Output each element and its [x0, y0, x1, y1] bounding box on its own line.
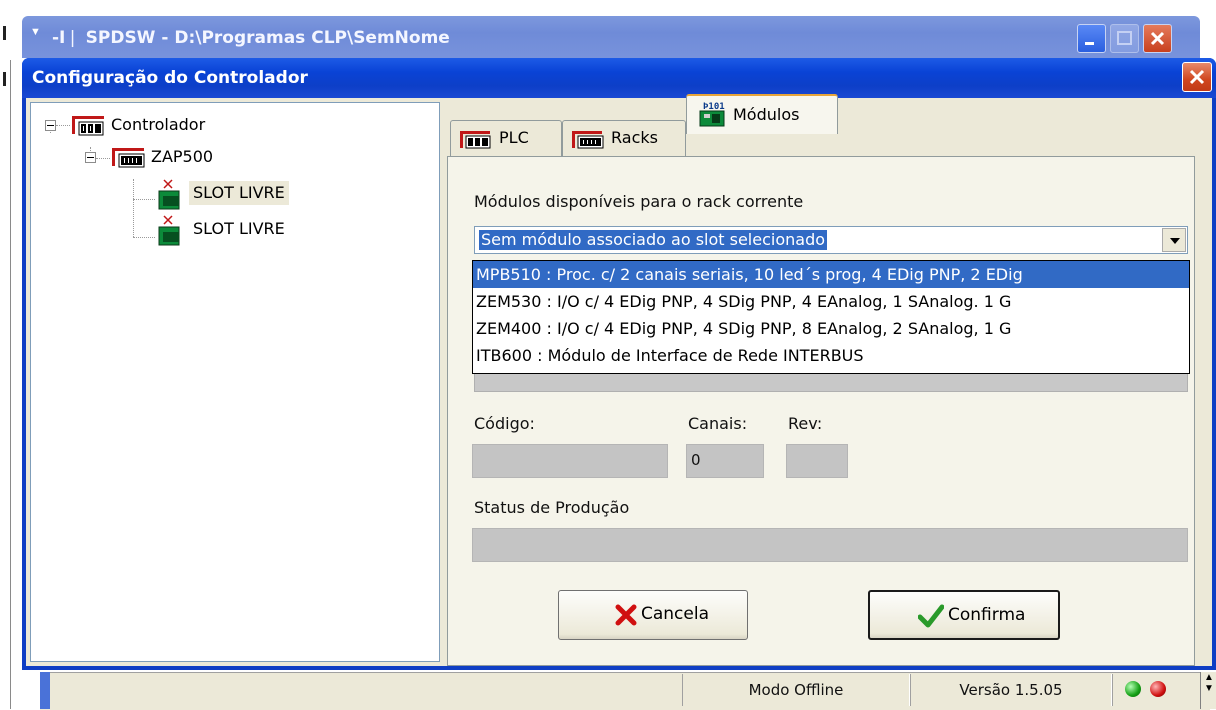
system-menu-icon[interactable]: ▼: [30, 26, 41, 38]
tab-racks[interactable]: Racks: [562, 120, 686, 156]
tree-collapse-toggle[interactable]: [45, 120, 56, 131]
rack-icon: [572, 131, 604, 149]
app-close-button[interactable]: [1143, 24, 1172, 53]
green-check-icon: [918, 604, 944, 628]
codigo-field: [472, 444, 668, 478]
close-icon: [1150, 31, 1165, 46]
available-modules-label: Módulos disponíveis para o rack corrente: [474, 192, 804, 211]
tree-line: [133, 237, 155, 238]
tree-line: [133, 179, 134, 237]
dialog-body: Controlador ZAP500 SLOT LIVRE SLOT LIVRE…: [26, 94, 1212, 666]
config-dialog: Configuração do Controlador Controlador …: [22, 58, 1216, 670]
app-left-tick: [3, 72, 6, 86]
rev-field: [786, 444, 848, 478]
module-dropdown-list[interactable]: MPB510 : Proc. c/ 2 canais seriais, 10 l…: [472, 260, 1190, 374]
canais-label: Canais:: [688, 414, 748, 433]
tree-collapse-toggle[interactable]: [85, 152, 96, 163]
empty-slot-icon: [158, 179, 180, 210]
close-icon: [1189, 69, 1205, 85]
tree-label: ZAP500: [151, 147, 214, 166]
rev-label: Rev:: [788, 414, 823, 433]
tab-modulos[interactable]: Þ101 Módulos: [686, 94, 838, 134]
module-icon: Þ101: [699, 102, 725, 127]
status-version: Versão 1.5.05: [910, 674, 1112, 706]
cancel-label: Cancela: [641, 604, 710, 624]
module-select-value: Sem módulo associado ao slot selecionado: [479, 230, 828, 250]
codigo-label: Código:: [474, 414, 535, 433]
tab-plc[interactable]: PLC: [450, 120, 562, 156]
tree-line: [96, 158, 110, 159]
canais-field: 0: [686, 444, 764, 478]
tab-label: Racks: [611, 128, 658, 147]
minimize-icon: [1085, 42, 1094, 45]
tab-label: Módulos: [733, 105, 800, 124]
rack-icon: [112, 148, 145, 168]
red-led-icon: [1150, 681, 1166, 697]
status-producao-label: Status de Produção: [474, 498, 630, 517]
confirm-label: Confirma: [948, 605, 1026, 625]
status-scroll-arrows[interactable]: ▲ ▼: [1200, 672, 1216, 709]
dropdown-option[interactable]: ZEM530 : I/O c/ 4 EDig PNP, 4 SDig PNP, …: [473, 288, 1189, 315]
tree-label: SLOT LIVRE: [189, 181, 289, 205]
app-left-tick: [3, 26, 6, 40]
confirm-button[interactable]: Confirma: [868, 590, 1060, 640]
app-left-border: [10, 60, 11, 709]
canais-value: 0: [691, 451, 701, 469]
controller-tree[interactable]: Controlador ZAP500 SLOT LIVRE SLOT LIVRE: [30, 102, 440, 662]
app-left-edge: [0, 0, 10, 709]
app-title: -I❘ SPDSW - D:\Programas CLP\SemNome: [52, 28, 450, 48]
module-select[interactable]: Sem módulo associado ao slot selecionado: [474, 226, 1188, 254]
controller-icon: [72, 116, 104, 136]
maximize-button[interactable]: [1110, 24, 1139, 53]
app-title-text: SPDSW - D:\Programas CLP\SemNome: [85, 28, 450, 48]
dialog-close-button[interactable]: [1182, 62, 1212, 92]
minimize-button[interactable]: [1077, 24, 1106, 53]
tree-label: Controlador: [111, 115, 206, 134]
red-x-icon: [615, 604, 637, 626]
dropdown-option[interactable]: ZEM400 : I/O c/ 4 EDig PNP, 4 SDig PNP, …: [473, 315, 1189, 342]
status-producao-field: [472, 528, 1188, 562]
dropdown-option[interactable]: ITB600 : Módulo de Interface de Rede INT…: [473, 342, 1189, 369]
green-led-icon: [1125, 681, 1141, 697]
cancel-button[interactable]: Cancela: [558, 590, 748, 640]
plc-icon: [460, 131, 491, 149]
app-logo-icon: -I❘: [52, 28, 80, 48]
app-frame-border: [40, 672, 50, 709]
dialog-titlebar: Configuração do Controlador: [22, 58, 1216, 98]
dropdown-option[interactable]: MPB510 : Proc. c/ 2 canais seriais, 10 l…: [473, 261, 1189, 288]
tree-line: [133, 199, 155, 200]
tree-label: SLOT LIVRE: [193, 219, 285, 238]
dialog-title: Configuração do Controlador: [32, 68, 308, 88]
tab-label: PLC: [499, 128, 529, 147]
empty-slot-icon: [158, 215, 180, 246]
maximize-icon: [1117, 31, 1132, 45]
dropdown-arrow-icon[interactable]: [1162, 228, 1186, 252]
tree-line: [56, 125, 70, 126]
module-description-box: [474, 374, 1188, 392]
status-mode: Modo Offline: [682, 674, 910, 706]
